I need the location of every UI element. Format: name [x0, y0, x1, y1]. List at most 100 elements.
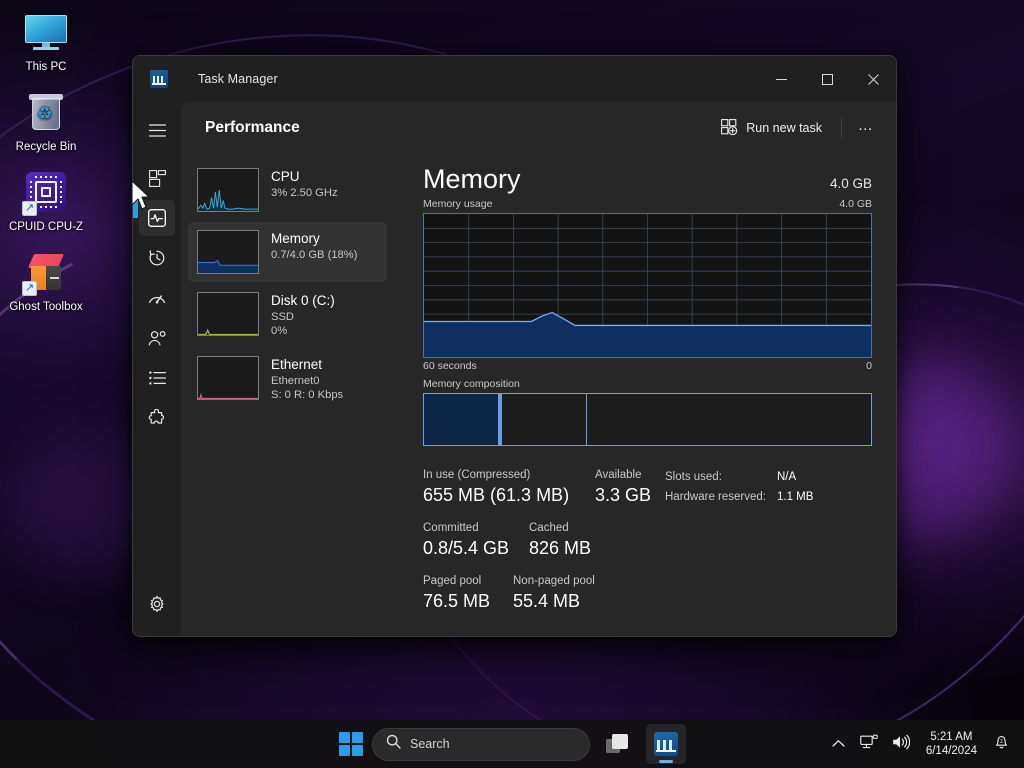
stat-in-use: In use (Compressed) 655 MB (61.3 MB) — [423, 468, 595, 507]
chevron-up-icon — [832, 735, 845, 753]
stat-value: 826 MB — [529, 537, 591, 560]
memory-composition-label: Memory composition — [423, 378, 872, 390]
stat-row-2: Committed 0.8/5.4 GB Cached 826 MB — [423, 521, 665, 560]
task-manager-window[interactable]: Task Manager — [132, 55, 897, 637]
desktop-icon-this-pc[interactable]: This PC — [7, 8, 85, 74]
resource-item-ethernet[interactable]: Ethernet Ethernet0 S: 0 R: 0 Kbps — [188, 348, 387, 410]
sidebar-item-services[interactable] — [139, 400, 175, 436]
search-icon — [386, 734, 401, 754]
tray-network-button[interactable] — [854, 725, 884, 763]
sidebar-item-processes[interactable] — [139, 160, 175, 196]
page-title: Performance — [205, 119, 300, 137]
composition-segment-free — [586, 394, 871, 445]
hamburger-menu-icon[interactable] — [139, 112, 175, 148]
stat-non-paged-pool: Non-paged pool 55.4 MB — [513, 574, 595, 613]
task-manager-icon — [654, 732, 678, 756]
tray-overflow-button[interactable] — [826, 725, 852, 763]
performance-icon — [148, 209, 166, 227]
settings-gear-icon — [148, 595, 166, 613]
ethernet-thumbnail-graph — [197, 356, 259, 400]
resource-item-disk-0[interactable]: Disk 0 (C:) SSD 0% — [188, 284, 387, 346]
header-separator — [841, 118, 842, 138]
system-tray: 5:21 AM 6/14/2024 z — [826, 725, 1016, 763]
stat-value: 76.5 MB — [423, 590, 513, 613]
resource-name: Memory — [271, 231, 357, 247]
resource-subtitle: 3% 2.50 GHz — [271, 186, 338, 200]
sidebar-item-settings[interactable] — [139, 586, 175, 622]
desktop-icon-label: CPUID CPU-Z — [7, 221, 85, 234]
resource-subtitle: SSD — [271, 310, 335, 324]
processes-icon — [149, 170, 166, 187]
taskbar-app-task-manager[interactable] — [646, 724, 686, 764]
startup-apps-icon — [148, 290, 166, 306]
new-task-icon — [721, 119, 738, 138]
cpuid-cpu-z-icon: ↗ — [22, 168, 70, 216]
sidebar-item-users[interactable] — [139, 320, 175, 356]
sidebar-item-performance[interactable] — [139, 200, 175, 236]
slots-used-row: Slots used: N/A — [665, 469, 813, 485]
desktop-icon-label: Recycle Bin — [7, 141, 85, 154]
stat-caption: Available — [595, 468, 665, 483]
more-options-button[interactable]: … — [850, 113, 882, 144]
volume-icon — [892, 734, 910, 755]
close-button[interactable] — [850, 56, 896, 102]
notification-bell-dnd-icon: z — [993, 733, 1010, 755]
recycle-bin-icon: ♻ — [22, 88, 70, 136]
clock-date: 6/14/2024 — [926, 744, 977, 758]
stat-value: 55.4 MB — [513, 590, 595, 613]
tray-volume-button[interactable] — [886, 725, 916, 763]
ellipsis-icon: … — [858, 117, 874, 134]
start-button[interactable] — [338, 731, 364, 757]
minimize-button[interactable] — [758, 56, 804, 102]
window-titlebar[interactable]: Task Manager — [133, 56, 896, 102]
shortcut-arrow-icon: ↗ — [22, 201, 37, 216]
this-pc-icon — [22, 8, 70, 56]
task-manager-icon — [150, 70, 168, 88]
resource-list: CPU 3% 2.50 GHz — [181, 154, 394, 636]
maximize-button[interactable] — [804, 56, 850, 102]
hardware-reserved-key: Hardware reserved: — [665, 489, 777, 505]
desktop-icon-cpuid-cpu-z[interactable]: ↗ CPUID CPU-Z — [7, 168, 85, 234]
desktop-icon-ghost-toolbox[interactable]: ↗ Ghost Toolbox — [7, 248, 85, 314]
sidebar-item-app-history[interactable] — [139, 240, 175, 276]
taskbar-search-box[interactable]: Search — [372, 728, 590, 761]
page-header: Performance Run new task — [181, 102, 896, 154]
notification-center-button[interactable]: z — [987, 725, 1016, 763]
resource-subtitle-2: 0% — [271, 324, 335, 338]
memory-statistics: In use (Compressed) 655 MB (61.3 MB) Ava… — [423, 468, 872, 627]
navigation-rail — [133, 102, 181, 636]
task-view-button[interactable] — [598, 724, 638, 764]
composition-segment-in-use — [424, 394, 498, 445]
taskbar-clock[interactable]: 5:21 AM 6/14/2024 — [918, 725, 985, 763]
stat-caption: Non-paged pool — [513, 574, 595, 589]
clock-time: 5:21 AM — [930, 730, 972, 744]
axis-left-label: 60 seconds — [423, 360, 477, 372]
run-new-task-button[interactable]: Run new task — [710, 113, 833, 144]
sidebar-item-startup-apps[interactable] — [139, 280, 175, 316]
desktop-icon-recycle-bin[interactable]: ♻ Recycle Bin — [7, 88, 85, 154]
svg-text:z: z — [1000, 739, 1003, 745]
taskbar[interactable]: Search — [0, 720, 1024, 768]
stat-caption: Committed — [423, 521, 529, 536]
task-view-icon — [606, 734, 630, 754]
memory-hardware-info: Slots used: N/A Hardware reserved: 1.1 M… — [665, 468, 813, 627]
details-icon — [149, 371, 166, 385]
sidebar-item-details[interactable] — [139, 360, 175, 396]
search-placeholder: Search — [410, 737, 450, 751]
resource-name: Ethernet — [271, 357, 343, 373]
resource-item-cpu[interactable]: CPU 3% 2.50 GHz — [188, 160, 387, 220]
axis-right-label: 0 — [866, 360, 872, 372]
app-active-indicator — [659, 760, 673, 763]
stat-caption: Cached — [529, 521, 591, 536]
resource-subtitle-2: S: 0 R: 0 Kbps — [271, 388, 343, 402]
stat-row-3: Paged pool 76.5 MB Non-paged pool 55.4 M… — [423, 574, 665, 613]
services-icon — [148, 409, 166, 427]
cpu-thumbnail-graph — [197, 168, 259, 212]
disk-thumbnail-graph — [197, 292, 259, 336]
memory-composition-bar[interactable] — [423, 393, 872, 446]
desktop[interactable]: This PC ♻ Recycle Bin ↗ CPUID CPU-Z ↗ — [0, 0, 1024, 768]
graph-max-label: 4.0 GB — [839, 198, 872, 210]
stat-available: Available 3.3 GB — [595, 468, 665, 507]
slots-used-key: Slots used: — [665, 469, 777, 485]
resource-item-memory[interactable]: Memory 0.7/4.0 GB (18%) — [188, 222, 387, 282]
